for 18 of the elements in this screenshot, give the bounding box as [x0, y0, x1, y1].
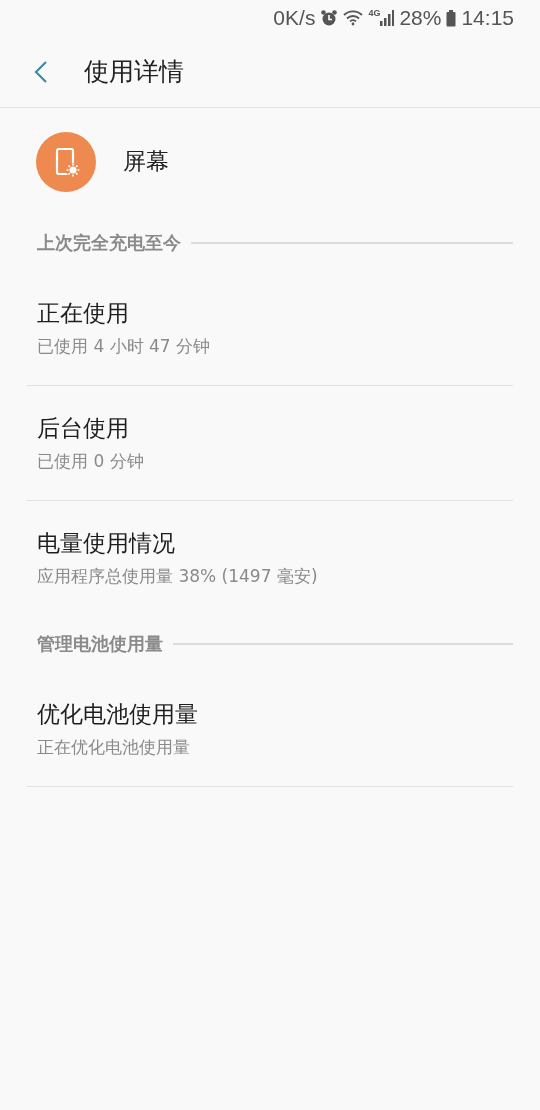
- wifi-icon: [343, 10, 364, 26]
- screen-brightness-icon: [36, 131, 96, 192]
- settings-item[interactable]: 后台使用 已使用 0 分钟: [27, 386, 513, 501]
- settings-item[interactable]: 电量使用情况 应用程序总使用量 38% (1497 毫安): [27, 501, 513, 616]
- page-title: 使用详情: [84, 56, 184, 88]
- signal-icon: [380, 10, 395, 26]
- settings-item[interactable]: 正在使用 已使用 4 小时 47 分钟: [27, 271, 513, 386]
- section-header: 上次完全充电至今: [37, 231, 181, 255]
- battery-icon: [446, 9, 457, 27]
- app-name: 屏幕: [123, 147, 169, 176]
- battery-percent: 28%: [399, 6, 442, 30]
- settings-item[interactable]: 优化电池使用量 正在优化电池使用量: [27, 672, 513, 787]
- clock-time: 14:15: [461, 6, 514, 30]
- section-header: 管理电池使用量: [37, 632, 163, 656]
- alarm-clock-icon: [320, 9, 339, 27]
- back-icon[interactable]: [34, 59, 48, 84]
- network-type: 4G: [368, 8, 381, 18]
- network-speed: 0K/s: [273, 6, 316, 30]
